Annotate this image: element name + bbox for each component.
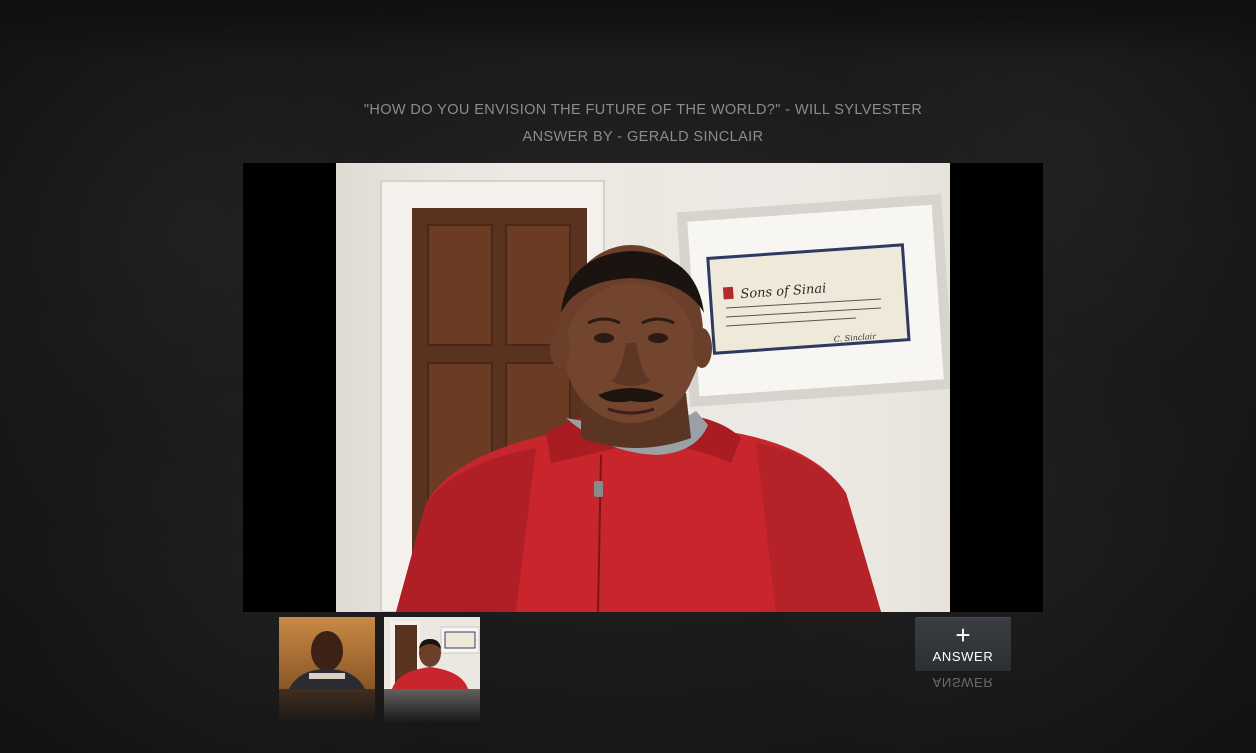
answer-thumbnail-2[interactable] [384, 617, 480, 689]
video-frame[interactable]: Sons of Sinai C. Sinclair [336, 163, 950, 612]
answer-thumbnail-1-reflection [279, 689, 375, 723]
answer-thumbnail-2-reflection [384, 689, 480, 723]
answer-button-reflection: ANSWER [932, 675, 994, 690]
video-player[interactable]: Sons of Sinai C. Sinclair [243, 163, 1043, 612]
answer-button-label: ANSWER [932, 649, 994, 664]
answer-by-label: ANSWER BY - GERALD SINCLAIR [522, 129, 764, 145]
answer-button[interactable]: + ANSWER [915, 617, 1011, 671]
plus-icon: + [955, 620, 971, 650]
question-title: "HOW DO YOU ENVISION THE FUTURE OF THE W… [363, 102, 923, 118]
answer-thumbnail-1[interactable] [279, 617, 375, 689]
